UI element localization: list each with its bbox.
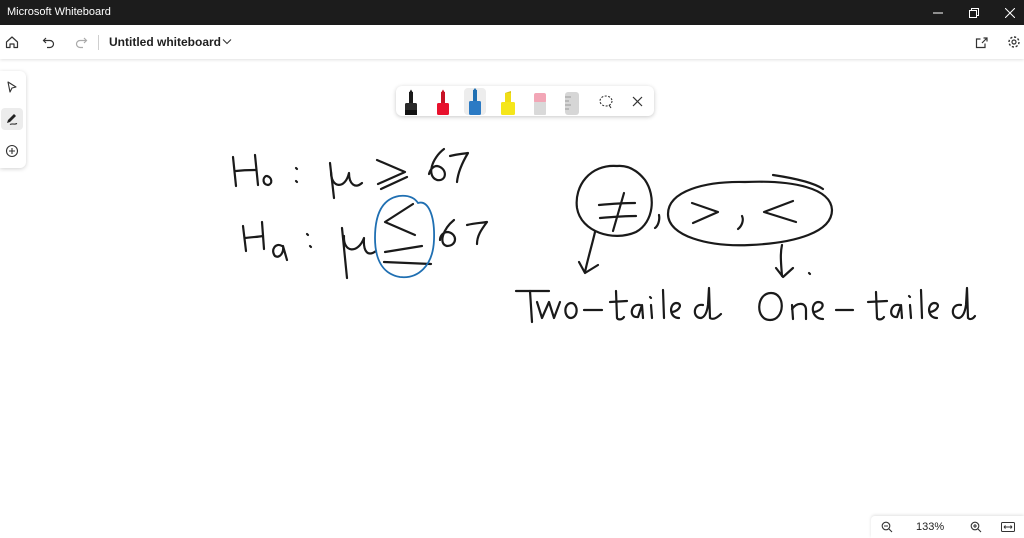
zoom-out-icon <box>881 521 893 533</box>
zoom-bar: 133% <box>871 516 1024 538</box>
greater-less-circle-ink <box>666 173 834 279</box>
fit-to-screen-button[interactable] <box>997 516 1019 538</box>
not-equal-circle-ink <box>575 164 661 275</box>
fit-screen-icon <box>1001 522 1015 532</box>
zoom-in-icon <box>970 521 982 533</box>
two-tailed-label-ink <box>514 286 723 324</box>
zoom-level[interactable]: 133% <box>916 521 944 533</box>
zoom-in-button[interactable] <box>965 516 987 538</box>
blue-circle-ink <box>374 194 435 278</box>
hypothesis-alternative-ink <box>241 202 489 280</box>
zoom-out-button[interactable] <box>876 516 898 538</box>
one-tailed-label-ink <box>758 286 977 322</box>
hypothesis-null-ink <box>231 147 470 200</box>
whiteboard-canvas[interactable] <box>0 0 1024 538</box>
